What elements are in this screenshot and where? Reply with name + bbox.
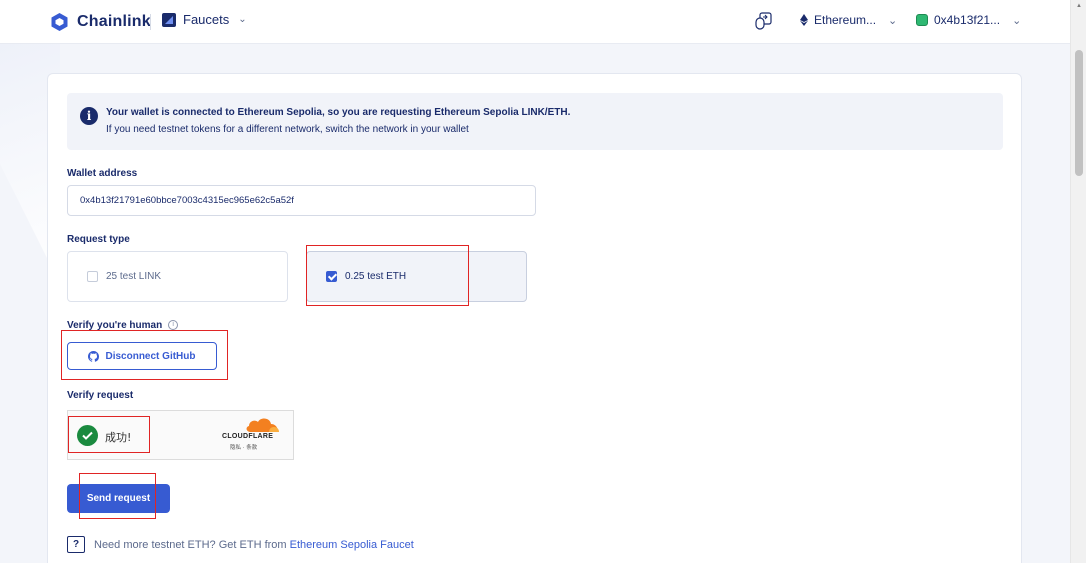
request-type-label: Request type <box>67 234 130 245</box>
sepolia-faucet-link[interactable]: Ethereum Sepolia Faucet <box>290 539 414 551</box>
cloudflare-links[interactable]: 隐私 · 条款 <box>230 443 257 451</box>
faucet-request-card: i Your wallet is connected to Ethereum S… <box>47 73 1022 563</box>
verify-human-label: Verify you're human <box>67 320 163 331</box>
faucets-label: Faucets <box>183 12 230 27</box>
page-scrollbar[interactable]: ▲ <box>1070 0 1086 563</box>
success-check-icon <box>77 425 98 446</box>
faucets-icon <box>162 12 176 27</box>
ethereum-icon <box>800 14 808 26</box>
scroll-thumb[interactable] <box>1075 50 1083 176</box>
info-icon: i <box>80 107 98 125</box>
info-circle-icon[interactable]: i <box>168 320 179 331</box>
verify-request-label: Verify request <box>67 390 134 401</box>
bridge-icon[interactable] <box>754 11 774 31</box>
turnstile-status: 成功! <box>105 431 132 444</box>
account-avatar <box>916 14 928 26</box>
option-test-eth[interactable]: 0.25 test ETH <box>306 251 527 302</box>
option-test-eth-label: 0.25 test ETH <box>345 271 407 282</box>
chainlink-hexagon-icon <box>51 13 68 31</box>
network-info-banner: i Your wallet is connected to Ethereum S… <box>67 93 1003 150</box>
verify-human-heading: Verify you're human i <box>67 320 179 331</box>
eth-checkbox[interactable] <box>326 271 337 282</box>
network-selector[interactable]: Ethereum... ⌄ <box>800 13 897 27</box>
chevron-down-icon: ⌄ <box>1012 14 1022 27</box>
header-divider <box>150 14 151 30</box>
option-test-link[interactable]: 25 test LINK <box>67 251 288 302</box>
link-checkbox[interactable] <box>87 271 98 282</box>
option-test-link-label: 25 test LINK <box>106 271 162 282</box>
question-chat-icon: ? <box>67 536 85 553</box>
faucets-menu[interactable]: Faucets ⌄ <box>162 12 247 27</box>
chevron-down-icon: ⌄ <box>888 14 898 27</box>
chainlink-logo[interactable]: Chainlink <box>50 12 151 32</box>
wallet-address-label: Wallet address <box>67 168 138 179</box>
chevron-down-icon: ⌄ <box>238 14 247 25</box>
more-eth-text: Need more testnet ETH? Get ETH from Ethe… <box>94 538 414 551</box>
wallet-address-input[interactable] <box>67 185 536 216</box>
account-address: 0x4b13f21... <box>934 13 1001 27</box>
network-name: Ethereum... <box>814 13 877 27</box>
disconnect-github-button[interactable]: Disconnect GitHub <box>67 342 217 370</box>
cloudflare-cloud-icon <box>246 418 279 432</box>
top-navbar: Chainlink Faucets ⌄ Ethereum... ⌄ 0x4b13… <box>0 0 1070 44</box>
cloudflare-turnstile-widget[interactable]: 成功! CLOUDFLARE 隐私 · 条款 <box>67 410 294 460</box>
scroll-up-arrow-icon[interactable]: ▲ <box>1071 0 1086 12</box>
github-icon <box>88 350 100 362</box>
more-eth-hint: ? Need more testnet ETH? Get ETH from Et… <box>67 536 414 553</box>
cloudflare-wordmark: CLOUDFLARE <box>222 433 274 440</box>
brand-name: Chainlink <box>77 13 151 30</box>
send-request-button[interactable]: Send request <box>67 484 170 513</box>
info-subtitle: If you need testnet tokens for a differe… <box>106 124 469 135</box>
info-title: Your wallet is connected to Ethereum Sep… <box>106 107 571 118</box>
account-selector[interactable]: 0x4b13f21... ⌄ <box>916 13 1021 27</box>
disconnect-github-label: Disconnect GitHub <box>105 350 196 362</box>
